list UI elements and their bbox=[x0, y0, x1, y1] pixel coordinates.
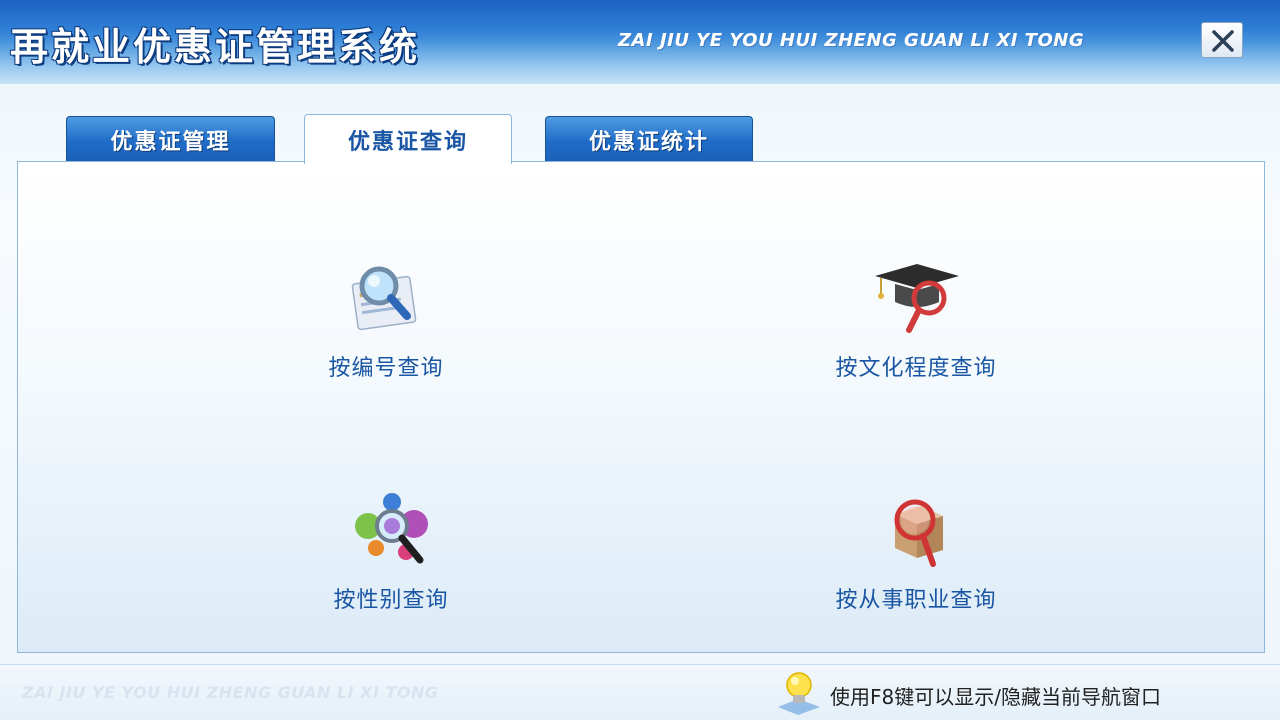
status-bar: ZAI JIU YE YOU HUI ZHENG GUAN LI XI TONG… bbox=[0, 664, 1280, 720]
people-search-icon bbox=[355, 493, 428, 564]
close-button[interactable] bbox=[1201, 22, 1243, 58]
tab-card-query[interactable]: 优惠证查询 bbox=[304, 114, 512, 164]
status-hint: 使用F8键可以显示/隐藏当前导航窗口 bbox=[830, 685, 1161, 709]
query-by-education-label: 按文化程度查询 bbox=[835, 356, 997, 381]
graduation-cap-search-icon bbox=[875, 264, 959, 333]
app-window: 再就业优惠证管理系统 ZAI JIU YE YOU HUI ZHENG GUAN… bbox=[0, 0, 1280, 720]
query-by-gender-label: 按性别查询 bbox=[333, 588, 449, 613]
query-by-education-button[interactable]: 按文化程度查询 bbox=[776, 260, 1056, 400]
tab-card-statistics[interactable]: 优惠证统计 bbox=[545, 116, 753, 162]
close-icon bbox=[1212, 30, 1234, 52]
tab-bar: 优惠证管理 优惠证查询 优惠证统计 bbox=[0, 114, 1280, 164]
box-search-icon bbox=[894, 499, 943, 567]
search-document-icon bbox=[351, 266, 417, 331]
query-by-number-label: 按编号查询 bbox=[328, 356, 444, 381]
query-panel: 按编号查询 按文化程度查询 按性别查询 按从事职业查询 bbox=[17, 161, 1265, 653]
query-by-occupation-label: 按从事职业查询 bbox=[835, 588, 997, 613]
title-bar: 再就业优惠证管理系统 ZAI JIU YE YOU HUI ZHENG GUAN… bbox=[0, 0, 1280, 84]
app-title-pinyin: ZAI JIU YE YOU HUI ZHENG GUAN LI XI TONG bbox=[618, 30, 1085, 51]
lightbulb-icon bbox=[778, 672, 820, 715]
app-title: 再就业优惠证管理系统 bbox=[10, 24, 421, 69]
query-by-gender-button[interactable]: 按性别查询 bbox=[251, 492, 531, 632]
tab-card-management[interactable]: 优惠证管理 bbox=[66, 116, 275, 162]
query-by-number-button[interactable]: 按编号查询 bbox=[246, 260, 526, 400]
status-watermark: ZAI JIU YE YOU HUI ZHENG GUAN LI XI TONG bbox=[22, 683, 439, 702]
query-by-occupation-button[interactable]: 按从事职业查询 bbox=[776, 492, 1056, 632]
